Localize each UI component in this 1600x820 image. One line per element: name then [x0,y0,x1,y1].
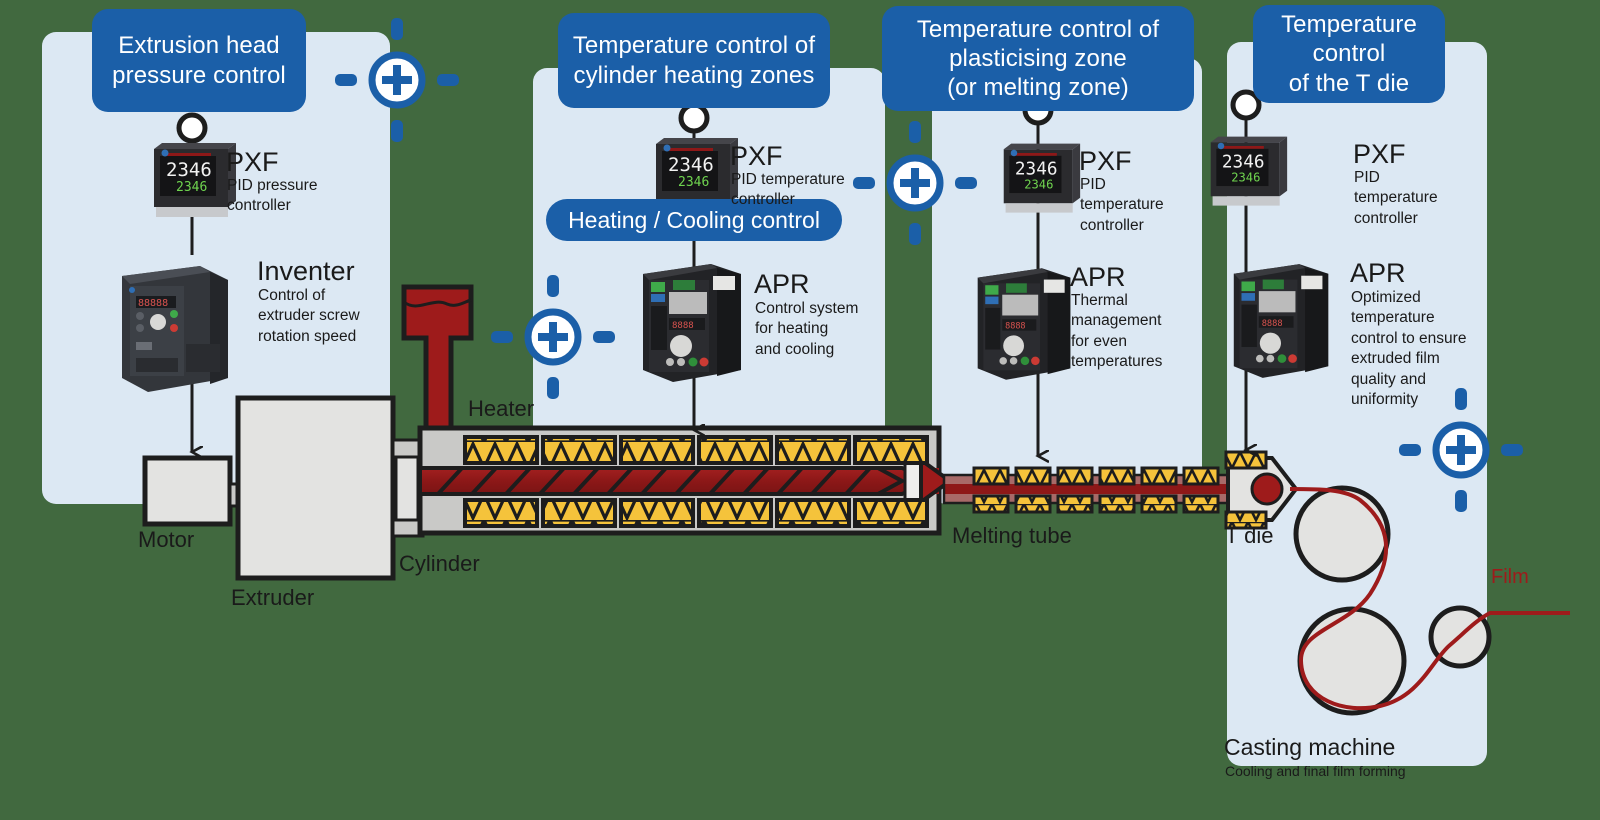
motor-block [142,455,244,527]
device-name-apr-optimized: APR [1350,258,1406,288]
svg-text:8888: 8888 [1005,322,1025,332]
callout-cylinder-heating-zones[interactable]: Temperature control of cylinder heating z… [558,13,830,108]
svg-text:2346: 2346 [1015,159,1058,179]
callout-plasticising-zone[interactable]: Temperature control of plasticising zone(… [882,6,1194,111]
device-name-apr-heating-cooling: APR [754,269,810,299]
device-name-pxf-tdie: PXF [1353,139,1406,169]
extruder-block [235,395,425,581]
label-motor: Motor [138,527,195,552]
device-desc-pxf-tdie: PID temperature controller [1354,169,1438,227]
pxf-device-plasticising: 2346 2346 [1003,143,1081,213]
label-casting-machine: Casting machine [1224,734,1396,760]
device-desc-pxf-cylinder: PID temperature controller [731,171,845,209]
svg-text:2346: 2346 [166,159,212,181]
device-desc-pxf-plasticising: PID temperature controller [1080,176,1164,234]
device-name-pxf-pressure: PXF [226,147,279,177]
plus-circle-icon[interactable] [853,121,977,245]
device-name-inverter: Inventer [257,256,355,286]
device-name-pxf-plasticising: PXF [1079,146,1132,176]
casting-rolls [1293,485,1492,716]
device-name-pxf-cylinder: PXF [730,141,783,171]
svg-text:2346: 2346 [1222,152,1265,172]
label-t-die: T die [1225,523,1274,548]
label-melting-tube: Melting tube [952,523,1072,548]
label-casting-machine-sub: Cooling and final film forming [1225,763,1406,779]
pxf-device-pressure: 2346 2346 [154,143,236,217]
device-desc-apr-optimized: Optimized temperature control to ensure ext… [1351,289,1467,409]
device-desc-apr-thermal: Thermal management for even temperatures [1071,292,1163,371]
callout-tdie-temperature[interactable]: Temperature control of the T die [1253,5,1445,103]
plus-circle-icon[interactable] [335,18,459,142]
callout-extrusion-head-pressure[interactable]: Extrusion head pressure control [92,9,306,112]
inverter-device: 88888 [122,266,228,392]
svg-text:2346: 2346 [678,175,709,190]
device-name-apr-thermal: APR [1070,262,1126,292]
svg-text:88888: 88888 [138,298,168,309]
pxf-device-tdie: 2346 2346 [1210,136,1288,206]
svg-text:8888: 8888 [672,321,694,331]
label-film: Film [1491,566,1529,588]
label-heater: Heater [468,396,535,421]
svg-text:8888: 8888 [1262,319,1283,329]
apr-device-optimized: 8888 [1233,264,1329,378]
apr-device-heating-cooling: 8888 [643,264,741,382]
svg-text:2346: 2346 [176,180,207,195]
device-desc-apr-heating-cooling: Control system for heating and cooling [755,300,859,358]
svg-text:2346: 2346 [1231,170,1260,184]
apr-device-thermal: 8888 [977,268,1071,380]
svg-text:2346: 2346 [1024,177,1053,191]
device-desc-pxf-pressure: PID pressure controller [227,177,318,215]
plus-circle-icon[interactable] [491,275,615,399]
t-die-block [1224,450,1299,530]
device-desc-inverter: Control of extruder screw rotation speed [258,287,360,345]
label-extruder: Extruder [231,585,315,610]
svg-text:2346: 2346 [668,154,714,176]
label-cylinder: Cylinder [399,551,480,576]
